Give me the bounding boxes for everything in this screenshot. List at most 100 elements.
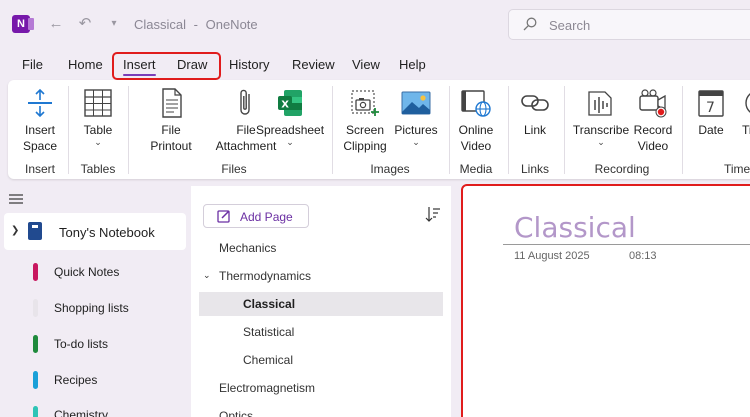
record-video-button[interactable]: Record Video	[632, 88, 674, 154]
chevron-down-icon[interactable]: ⌄	[203, 270, 211, 281]
clock-icon	[745, 93, 750, 113]
calendar-icon: 7	[698, 90, 724, 117]
page-item-statistical[interactable]: Statistical	[199, 320, 443, 344]
customize-toolbar-icon[interactable]: ▾	[104, 14, 124, 34]
time-group-label: Time	[724, 162, 750, 176]
note-canvas[interactable]: Classical 11 August 2025 08:13	[461, 184, 750, 417]
page-item-thermodynamics[interactable]: ⌄ Thermodynamics	[199, 264, 443, 288]
record-video-label-1: Record	[633, 123, 673, 137]
recording-group-label: Recording	[594, 162, 650, 176]
pictures-button[interactable]: Pictures ⌄	[392, 88, 440, 147]
search-box[interactable]: Search	[508, 9, 750, 40]
page-item-electromagnetism[interactable]: Electromagnetism	[199, 376, 443, 400]
page-item-classical[interactable]: Classical	[199, 292, 443, 316]
chevron-down-icon[interactable]: ❯	[11, 225, 19, 236]
tab-view[interactable]: View	[352, 57, 380, 72]
hamburger-menu-icon[interactable]	[9, 194, 23, 204]
section-color-bar	[33, 371, 38, 389]
page-item-optics[interactable]: Optics	[199, 404, 443, 417]
sort-icon[interactable]	[425, 206, 441, 222]
section-label: Chemistry	[54, 408, 109, 417]
section-color-bar	[33, 263, 38, 281]
add-page-button[interactable]: Add Page	[203, 204, 309, 228]
ribbon-separator	[68, 86, 69, 174]
link-label: Link	[523, 123, 546, 137]
file-printout-button[interactable]: File Printout	[146, 88, 196, 154]
page-date: 11 August 2025	[514, 250, 590, 262]
ribbon-separator	[564, 86, 565, 174]
record-video-label-2: Video	[637, 139, 669, 153]
undo-icon[interactable]: ↶	[75, 14, 95, 34]
ribbon: Insert Space Table ⌄ File Printout File …	[8, 80, 750, 179]
time-label: Ti	[742, 123, 750, 137]
page-label: Statistical	[243, 325, 295, 339]
page-label: Thermodynamics	[219, 269, 312, 283]
page-label: Electromagnetism	[219, 381, 316, 395]
table-button[interactable]: Table ⌄	[78, 88, 118, 147]
title-bar: N ← ↶ ▾ Classical - OneNote Search	[0, 0, 750, 48]
tab-help[interactable]: Help	[399, 57, 426, 72]
notebook-icon	[28, 222, 42, 240]
transcribe-icon	[588, 91, 612, 116]
transcribe-button[interactable]: Transcribe ⌄	[570, 88, 632, 147]
svg-text:7: 7	[706, 100, 715, 116]
file-printout-icon	[162, 88, 182, 118]
spreadsheet-label: Spreadsheet	[256, 123, 325, 137]
title-underline	[503, 244, 750, 245]
ribbon-separator	[508, 86, 509, 174]
files-group-label: Files	[221, 162, 247, 176]
section-to-do-lists[interactable]: To-do lists	[33, 334, 183, 354]
links-group-label: Links	[520, 162, 549, 176]
section-shopping-lists[interactable]: Shopping lists	[33, 298, 183, 318]
page-label: Classical	[243, 297, 296, 311]
date-button[interactable]: 7 Date	[692, 88, 730, 138]
section-label: To-do lists	[54, 337, 109, 351]
page-title[interactable]: Classical	[514, 211, 636, 244]
online-video-button[interactable]: Online Video	[454, 88, 498, 154]
link-button[interactable]: Link	[516, 88, 554, 138]
add-page-icon	[217, 210, 230, 223]
section-quick-notes[interactable]: Quick Notes	[33, 262, 183, 282]
page-label: Mechanics	[219, 241, 277, 255]
tab-history[interactable]: History	[229, 57, 269, 72]
time-button[interactable]: Ti	[738, 88, 750, 138]
insert-space-icon	[28, 88, 52, 118]
section-label: Shopping lists	[54, 301, 129, 315]
search-placeholder: Search	[549, 18, 591, 33]
table-dropdown-icon[interactable]: ⌄	[78, 138, 118, 147]
tab-home[interactable]: Home	[68, 57, 103, 72]
link-icon	[521, 95, 549, 111]
online-video-label-2: Video	[460, 139, 492, 153]
ribbon-separator	[682, 86, 683, 174]
excel-icon: X	[278, 90, 302, 116]
page-item-chemical[interactable]: Chemical	[199, 348, 443, 372]
file-printout-label-1: File	[161, 123, 181, 137]
transcribe-dropdown-icon[interactable]: ⌄	[570, 138, 632, 147]
tab-review[interactable]: Review	[292, 57, 335, 72]
file-printout-label-2: Printout	[150, 139, 192, 153]
section-chemistry[interactable]: Chemistry	[33, 405, 183, 417]
section-label: Quick Notes	[54, 265, 120, 279]
back-icon[interactable]: ←	[46, 14, 66, 34]
spreadsheet-dropdown-icon[interactable]: ⌄	[256, 138, 324, 147]
section-recipes[interactable]: Recipes	[33, 370, 183, 390]
page-item-mechanics[interactable]: Mechanics	[199, 236, 443, 260]
online-video-label-1: Online	[458, 123, 494, 137]
page-label: Chemical	[243, 353, 294, 367]
screen-clipping-icon	[351, 90, 379, 116]
insert-group-label: Insert	[24, 162, 55, 176]
online-video-icon	[461, 90, 491, 117]
svg-text:X: X	[281, 100, 289, 111]
page-list: Add Page Mechanics ⌄ Thermodynamics Clas…	[191, 186, 451, 417]
record-video-icon	[639, 89, 667, 118]
insert-space-button[interactable]: Insert Space	[18, 88, 62, 154]
screen-clipping-button[interactable]: Screen Clipping	[340, 88, 390, 154]
insert-space-label-1: Insert	[24, 123, 55, 137]
add-page-label: Add Page	[240, 210, 293, 224]
notebook-row[interactable]: ❯ Tony's Notebook	[4, 213, 186, 250]
tab-file[interactable]: File	[22, 57, 43, 72]
page-label: Optics	[219, 409, 254, 417]
pictures-dropdown-icon[interactable]: ⌄	[392, 138, 440, 147]
spreadsheet-button[interactable]: X Spreadsheet ⌄	[256, 88, 325, 147]
table-icon	[84, 89, 112, 117]
